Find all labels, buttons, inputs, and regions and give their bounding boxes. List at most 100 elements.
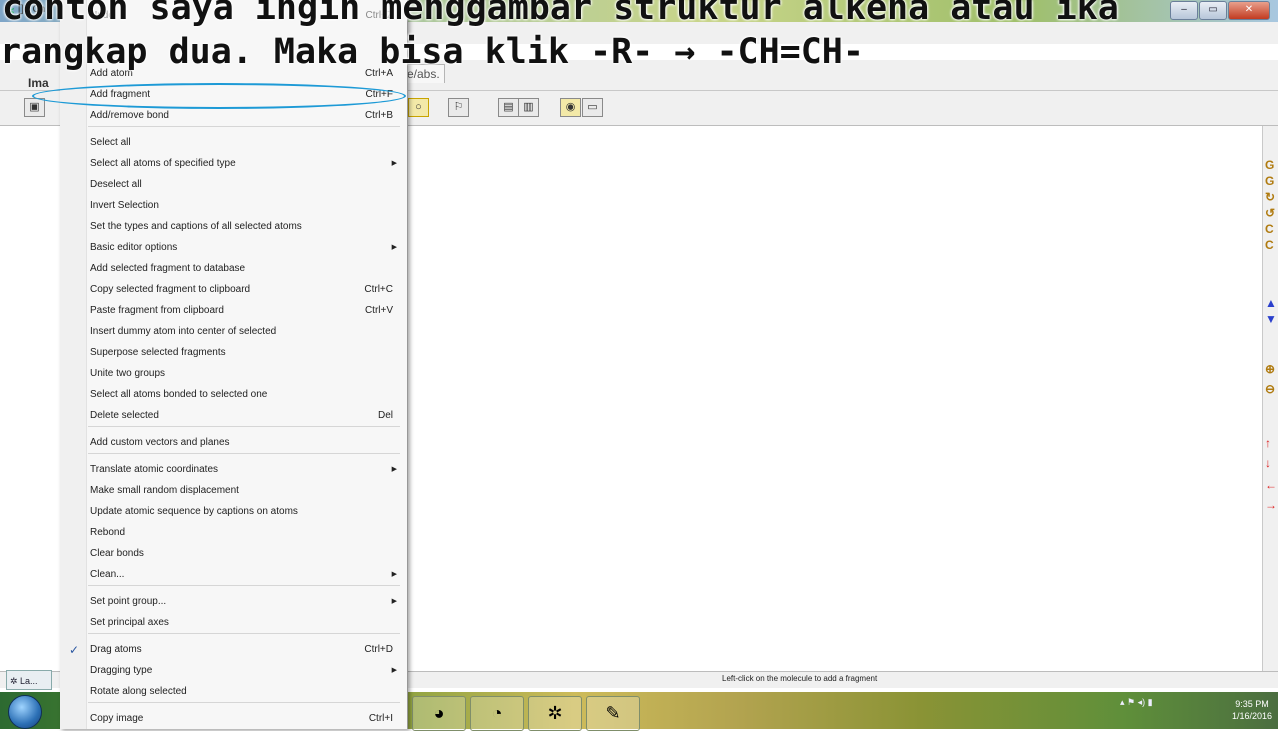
menu-item[interactable]: Basic editor options ▶ bbox=[60, 238, 407, 258]
system-tray[interactable]: ▴ ⚑ ◂) ▮ bbox=[1120, 697, 1153, 708]
menu-item[interactable]: Set the types and captions of all select… bbox=[60, 217, 407, 237]
menu-item[interactable]: Add atom Ctrl+A bbox=[60, 64, 407, 84]
move-left-icon[interactable]: ← bbox=[1265, 478, 1278, 492]
rotate-ccw-icon[interactable]: ↺ bbox=[1265, 206, 1278, 220]
tab-labs[interactable]: e/abs. bbox=[404, 64, 445, 83]
menu-item[interactable]: Select all bbox=[60, 133, 407, 153]
menu-item-label: Update atomic sequence by captions on at… bbox=[90, 506, 298, 517]
app-icon: ✲ bbox=[10, 676, 21, 686]
menu-item[interactable]: Dragging type ▶ bbox=[60, 661, 407, 681]
rotate-cw-icon[interactable]: ↻ bbox=[1265, 190, 1278, 204]
menu-separator bbox=[88, 426, 400, 427]
flag-icon[interactable]: ⚐ bbox=[448, 98, 469, 117]
menu-item-shortcut: Ctrl+B bbox=[364, 110, 393, 121]
rotate-icon[interactable]: G bbox=[1265, 174, 1278, 188]
paint-icon[interactable]: ✎ bbox=[586, 696, 640, 731]
arrow-up-icon[interactable]: ▲ bbox=[1265, 296, 1278, 310]
menu-item[interactable]: Superpose selected fragments bbox=[60, 343, 407, 363]
menu-item[interactable]: Select all atoms bonded to selected one bbox=[60, 385, 407, 405]
menu-item[interactable]: Invert Selection bbox=[60, 196, 407, 216]
menu-separator bbox=[88, 702, 400, 703]
taskbar-app-button[interactable]: ✲ La... bbox=[6, 670, 52, 690]
menu-item[interactable]: Set point group... ▶ bbox=[60, 592, 407, 612]
menu-item-label: Deselect all bbox=[90, 179, 142, 190]
menu-item[interactable]: Undo Ctrl+Z bbox=[60, 6, 407, 26]
submenu-arrow-icon: ▶ bbox=[391, 667, 397, 674]
rotate-icon[interactable]: C bbox=[1265, 238, 1278, 252]
menu-item-label: Copy image bbox=[90, 713, 144, 724]
menu-item-label: Add custom vectors and planes bbox=[90, 437, 230, 448]
menu-item[interactable]: Update atomic sequence by captions on at… bbox=[60, 502, 407, 522]
menu-item-label: Set point group... bbox=[90, 596, 167, 607]
zoom-in-icon[interactable]: ⊕ bbox=[1265, 362, 1278, 376]
rotate-icon[interactable]: C bbox=[1265, 222, 1278, 236]
menu-item-label: Copy selected fragment to clipboard bbox=[90, 284, 251, 295]
network-icon[interactable]: ◔ bbox=[470, 696, 524, 731]
menu-item[interactable]: Insert dummy atom into center of selecte… bbox=[60, 322, 407, 342]
menu-item[interactable]: Deselect all bbox=[60, 175, 407, 195]
menu-item-label: Superpose selected fragments bbox=[90, 347, 226, 358]
menu-item[interactable]: Delete selected Del bbox=[60, 406, 407, 426]
zoom-out-icon[interactable]: ⊖ bbox=[1265, 382, 1278, 396]
minimize-button[interactable]: – bbox=[1170, 1, 1198, 20]
move-right-icon[interactable]: → bbox=[1265, 498, 1278, 512]
menu-item-label: Drag atoms bbox=[90, 644, 142, 655]
start-button[interactable] bbox=[8, 695, 42, 729]
clock[interactable]: 9:35 PM 1/16/2016 bbox=[1232, 698, 1272, 722]
menu-item[interactable]: Rebond bbox=[60, 523, 407, 543]
menu-item-label: Select all atoms bonded to selected one bbox=[90, 389, 268, 400]
submenu-arrow-icon: ▶ bbox=[391, 244, 397, 251]
menu-item-label: Select all atoms of specified type bbox=[90, 158, 236, 169]
menu-item[interactable]: Select all atoms of specified type ▶ bbox=[60, 154, 407, 174]
menu-item[interactable]: Clear bonds bbox=[60, 544, 407, 564]
menu-item-label: Dragging type bbox=[90, 665, 153, 676]
menu-separator bbox=[88, 585, 400, 586]
menu-item[interactable]: Paste fragment from clipboard Ctrl+V bbox=[60, 301, 407, 321]
menu-item[interactable]: Copy selected fragment to clipboard Ctrl+… bbox=[60, 280, 407, 300]
menu-item[interactable]: Rotate along selected bbox=[60, 682, 407, 702]
tab-image[interactable]: Ima bbox=[28, 75, 49, 91]
clock-date: 1/16/2016 bbox=[1232, 711, 1273, 721]
menu-item[interactable]: Copy image Ctrl+I bbox=[60, 709, 407, 729]
frame-icon[interactable]: ▥ bbox=[518, 98, 539, 117]
menu-item[interactable]: Add selected fragment to database bbox=[60, 259, 407, 279]
context-menu: Undo Ctrl+Z Add atom Ctrl+A Add fragment Ctrl… bbox=[60, 0, 408, 729]
menu-item[interactable]: Add fragment Ctrl+F bbox=[60, 85, 407, 105]
menu-item[interactable]: ✓ Drag atoms Ctrl+D bbox=[60, 640, 407, 660]
menu-item[interactable]: Set principal axes bbox=[60, 613, 407, 633]
screen-icon[interactable]: ▭ bbox=[582, 98, 603, 117]
chrome-icon[interactable]: ◕ bbox=[412, 696, 466, 731]
ring-icon[interactable]: ○ bbox=[408, 98, 429, 117]
rotate-icon[interactable]: G bbox=[1265, 158, 1278, 172]
move-up-icon[interactable]: ↑ bbox=[1265, 436, 1278, 450]
menu-item-shortcut: Ctrl+Z bbox=[365, 10, 394, 21]
close-button[interactable]: ✕ bbox=[1228, 1, 1270, 20]
molecule-app-icon[interactable]: ✲ bbox=[528, 696, 582, 731]
menu-item[interactable]: Clean... ▶ bbox=[60, 565, 407, 585]
menu-item-label: Translate atomic coordinates bbox=[90, 464, 219, 475]
move-down-icon[interactable]: ↓ bbox=[1265, 456, 1278, 470]
menu-item[interactable]: Translate atomic coordinates ▶ bbox=[60, 460, 407, 480]
menu-item-label: Insert dummy atom into center of selecte… bbox=[90, 326, 277, 337]
menu-item[interactable]: Add custom vectors and planes bbox=[60, 433, 407, 453]
menu-separator bbox=[88, 633, 400, 634]
menu-item-label: Add/remove bond bbox=[90, 110, 169, 121]
submenu-arrow-icon: ▶ bbox=[391, 598, 397, 605]
menu-item-label: Rebond bbox=[90, 527, 126, 538]
arrow-down-icon[interactable]: ▼ bbox=[1265, 312, 1278, 326]
taskbar-app-label: La... bbox=[20, 676, 38, 686]
menu-item-shortcut: Ctrl+A bbox=[364, 68, 393, 79]
menu-item-label: Set the types and captions of all select… bbox=[90, 221, 302, 232]
menu-item[interactable]: Make small random displacement bbox=[60, 481, 407, 501]
film-icon[interactable]: ▤ bbox=[498, 98, 519, 117]
menu-item-label: Invert Selection bbox=[90, 200, 159, 211]
menu-item-label: Set principal axes bbox=[90, 617, 169, 628]
menu-item-label: Delete selected bbox=[90, 410, 159, 421]
menu-separator bbox=[88, 453, 400, 454]
window-title: [] - Ch bbox=[18, 4, 46, 15]
maximize-button[interactable]: ▭ bbox=[1199, 1, 1227, 20]
camera-icon[interactable]: ▣ bbox=[24, 98, 45, 117]
menu-item[interactable]: Unite two groups bbox=[60, 364, 407, 384]
menu-item[interactable]: Add/remove bond Ctrl+B bbox=[60, 106, 407, 126]
magnifier-icon[interactable]: ◉ bbox=[560, 98, 581, 117]
